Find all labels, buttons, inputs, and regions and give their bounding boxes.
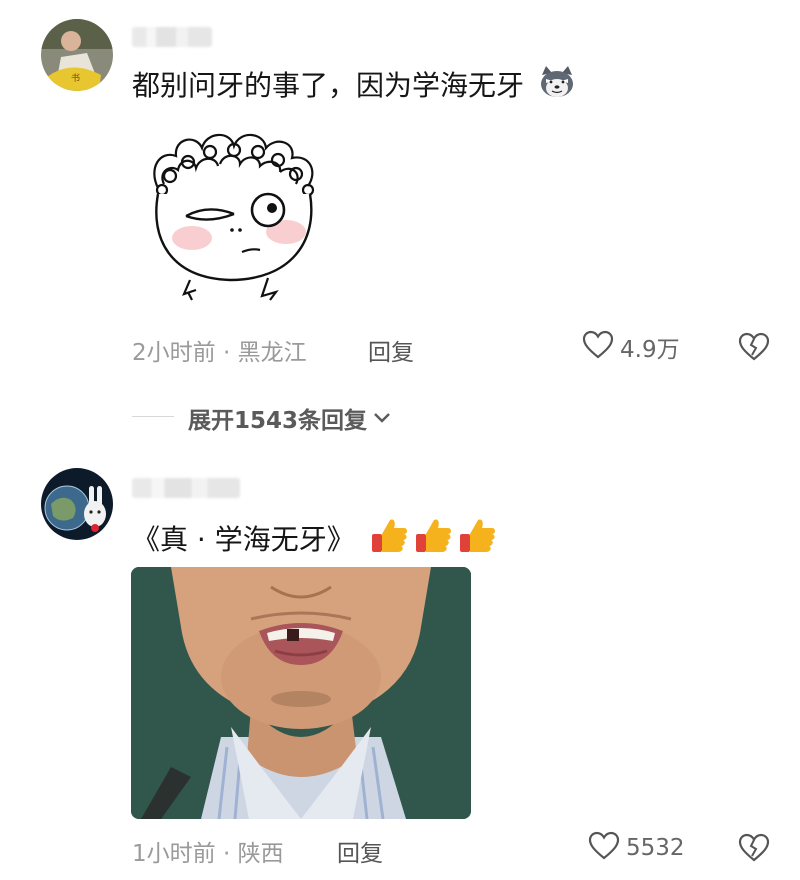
avatar[interactable] (41, 468, 113, 540)
username-redacted[interactable] (132, 478, 240, 498)
username-redacted[interactable] (132, 27, 212, 47)
expand-replies-button[interactable]: 展开1543条回复 (188, 401, 391, 435)
broken-heart-icon (738, 833, 770, 867)
like-button[interactable]: 4.9万 (582, 330, 680, 364)
sticker-image[interactable] (140, 128, 340, 308)
reply-button[interactable]: 回复 (337, 834, 383, 868)
thumbs-up-emoji (364, 516, 498, 566)
heart-outline-icon (588, 831, 620, 865)
dislike-button[interactable] (738, 332, 770, 366)
husky-dog-emoji (533, 65, 577, 109)
like-count: 4.9万 (620, 337, 680, 363)
heart-outline-icon (582, 330, 614, 364)
comment-body: 《真 · 学海无牙》 (132, 523, 355, 556)
broken-heart-icon (738, 332, 770, 366)
comment-meta: 1小时前 · 陕西 (132, 841, 284, 867)
svg-text:书: 书 (71, 73, 80, 84)
comment-meta: 2小时前 · 黑龙江 (132, 340, 307, 366)
like-count: 5532 (626, 835, 685, 861)
avatar[interactable]: 书 (41, 19, 113, 91)
comment-body: 都别问牙的事了，因为学海无牙 (132, 69, 525, 102)
comment-photo[interactable] (131, 567, 471, 819)
expand-replies-label: 展开1543条回复 (188, 408, 368, 434)
like-button[interactable]: 5532 (588, 831, 685, 865)
expand-divider (132, 416, 174, 417)
comment-text: 《真 · 学海无牙》 (132, 516, 498, 566)
dislike-button[interactable] (738, 833, 770, 867)
chevron-down-icon (373, 409, 391, 428)
reply-button[interactable]: 回复 (368, 333, 414, 367)
comment-text: 都别问牙的事了，因为学海无牙 (132, 65, 577, 109)
